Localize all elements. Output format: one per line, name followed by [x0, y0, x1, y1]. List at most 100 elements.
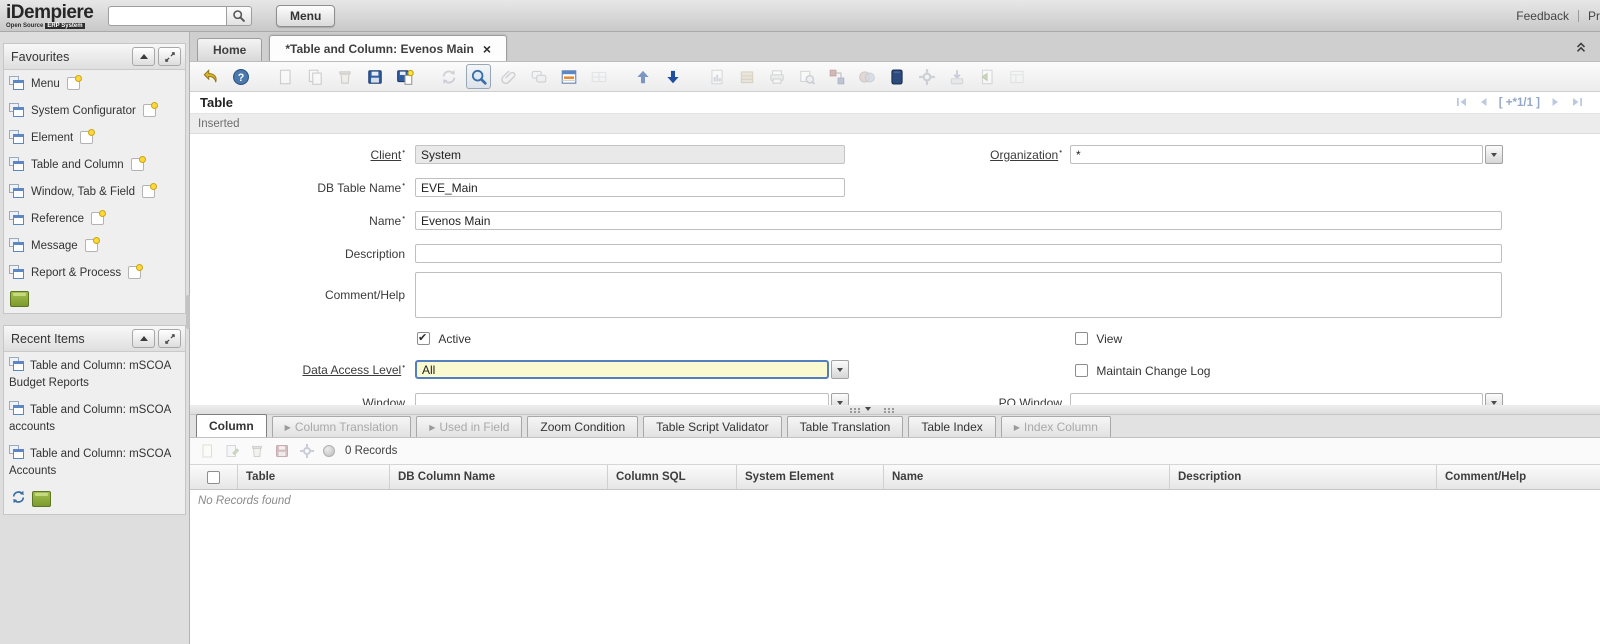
process-gear-icon — [918, 68, 936, 86]
recent-expand-button[interactable] — [158, 329, 181, 348]
detail-tab-table-script-validator[interactable]: Table Script Validator — [643, 416, 782, 437]
close-tab-icon[interactable]: × — [483, 44, 491, 54]
view-checkbox[interactable] — [1075, 332, 1088, 345]
tab-table-and-column[interactable]: *Table and Column: Evenos Main × — [269, 35, 507, 61]
search-button[interactable] — [226, 6, 252, 26]
chevron-down-icon — [837, 401, 843, 405]
new-record-note-icon[interactable] — [128, 266, 141, 279]
new-record-note-icon[interactable] — [67, 77, 80, 90]
favourite-item-menu[interactable]: Menu — [4, 70, 185, 97]
next-record-icon — [1549, 96, 1562, 111]
recent-collapse-button[interactable] — [132, 329, 155, 348]
new-record-note-icon[interactable] — [91, 212, 104, 225]
delete-record-button — [332, 64, 357, 89]
detail-tab-zoom-condition[interactable]: Zoom Condition — [527, 416, 638, 437]
favourites-collapse-button[interactable] — [132, 47, 155, 66]
favourite-item-label: Window, Tab & Field — [31, 186, 135, 198]
collapse-icon — [140, 336, 148, 341]
column-header-name[interactable]: Name — [884, 465, 1170, 489]
favourite-item-window-tab-field[interactable]: Window, Tab & Field — [4, 178, 185, 205]
favourite-item-message[interactable]: Message — [4, 232, 185, 259]
recent-item-1[interactable]: Table and Column: mSCOA Budget Reports — [4, 352, 185, 396]
logo-tagline-left: Open Source — [6, 23, 43, 29]
db-table-name-field[interactable] — [415, 178, 845, 197]
active-checkbox[interactable] — [417, 332, 430, 345]
parent-record-button[interactable] — [630, 64, 655, 89]
organization-dropdown-button[interactable] — [1485, 145, 1503, 164]
favourite-item-table-and-column[interactable]: Table and Column — [4, 151, 185, 178]
undo-button[interactable] — [198, 64, 223, 89]
new-record-note-icon[interactable] — [142, 185, 155, 198]
column-header-system-element[interactable]: System Element — [737, 465, 884, 489]
new-record-note-icon[interactable] — [80, 131, 93, 144]
export-icon — [948, 68, 966, 86]
favourite-item-system-configurator[interactable]: System Configurator — [4, 97, 185, 124]
recent-item-3[interactable]: Table and Column: mSCOA Accounts — [4, 440, 185, 484]
feedback-link[interactable]: Feedback — [1516, 9, 1569, 23]
favourite-item-label: Message — [31, 240, 78, 252]
detail-tab-table-index[interactable]: Table Index — [908, 416, 995, 437]
attachment-icon — [500, 68, 518, 86]
collapse-all-icon[interactable] — [1574, 40, 1588, 57]
description-field[interactable] — [415, 244, 1502, 263]
maintain-change-log-checkbox[interactable] — [1075, 364, 1088, 377]
save-create-new-button[interactable] — [392, 64, 417, 89]
column-header-db-column-name[interactable]: DB Column Name — [390, 465, 608, 489]
detail-tab-column[interactable]: Column — [196, 414, 267, 437]
new-record-note-icon[interactable] — [143, 104, 156, 117]
global-search-input[interactable] — [108, 6, 226, 26]
data-access-level-field[interactable] — [415, 360, 829, 379]
record-count-label: 0 Records — [345, 445, 397, 457]
favourite-item-report-process[interactable]: Report & Process — [4, 259, 185, 286]
chevron-down-icon — [1491, 153, 1497, 157]
organization-field[interactable] — [1070, 145, 1483, 164]
column-header-column-sql[interactable]: Column SQL — [608, 465, 737, 489]
product-info-button[interactable] — [884, 64, 909, 89]
favourite-item-label: Reference — [31, 213, 84, 225]
find-record-button[interactable] — [466, 64, 491, 89]
data-access-level-dropdown-button[interactable] — [831, 360, 849, 379]
required-dot: • — [402, 147, 405, 156]
recent-item-label: Table and Column: mSCOA Budget Reports — [9, 360, 171, 389]
name-field[interactable] — [415, 211, 1502, 230]
splitter-handle[interactable] — [850, 407, 886, 411]
grid-toggle-button[interactable] — [556, 64, 581, 89]
refresh-recent-icon[interactable] — [10, 489, 27, 508]
export-button — [944, 64, 969, 89]
csv-import-icon — [978, 68, 996, 86]
comment-help-field[interactable] — [415, 272, 1502, 318]
clear-recent-trash-icon[interactable] — [32, 491, 51, 507]
splitter-collapse-icon — [865, 407, 871, 411]
form-detail-splitter[interactable] — [190, 405, 1600, 415]
column-header-table[interactable]: Table — [238, 465, 390, 489]
favourite-item-label: System Configurator — [31, 105, 136, 117]
copy-record-button — [302, 64, 327, 89]
preference-link[interactable]: Pr — [1588, 9, 1600, 23]
recent-item-2[interactable]: Table and Column: mSCOA accounts — [4, 396, 185, 440]
view-checkbox-label: View — [1096, 332, 1122, 346]
column-header-description[interactable]: Description — [1170, 465, 1437, 489]
column-header-comment-help[interactable]: Comment/Help — [1437, 465, 1600, 489]
recent-items-title: Recent Items — [11, 332, 129, 346]
select-all-checkbox[interactable] — [207, 471, 220, 484]
detail-record-button[interactable] — [660, 64, 685, 89]
parent-record-icon — [634, 68, 652, 86]
menu-button[interactable]: Menu — [276, 5, 335, 27]
remove-favourite-trash-icon[interactable] — [10, 291, 29, 307]
favourite-item-element[interactable]: Element — [4, 124, 185, 151]
chart-icon — [858, 68, 876, 86]
delete-record-icon — [336, 68, 354, 86]
help-button[interactable]: ? — [228, 64, 253, 89]
window-icon — [9, 238, 26, 253]
favourite-item-reference[interactable]: Reference — [4, 205, 185, 232]
new-record-note-icon[interactable] — [85, 239, 98, 252]
tab-home[interactable]: Home — [197, 38, 262, 61]
new-record-note-icon[interactable] — [131, 158, 144, 171]
favourites-expand-button[interactable] — [158, 47, 181, 66]
detail-save-button — [273, 442, 291, 460]
detail-records-button — [586, 64, 611, 89]
window-icon — [9, 357, 26, 372]
detail-tab-table-translation[interactable]: Table Translation — [787, 416, 904, 437]
window-icon — [9, 401, 26, 416]
save-button[interactable] — [362, 64, 387, 89]
